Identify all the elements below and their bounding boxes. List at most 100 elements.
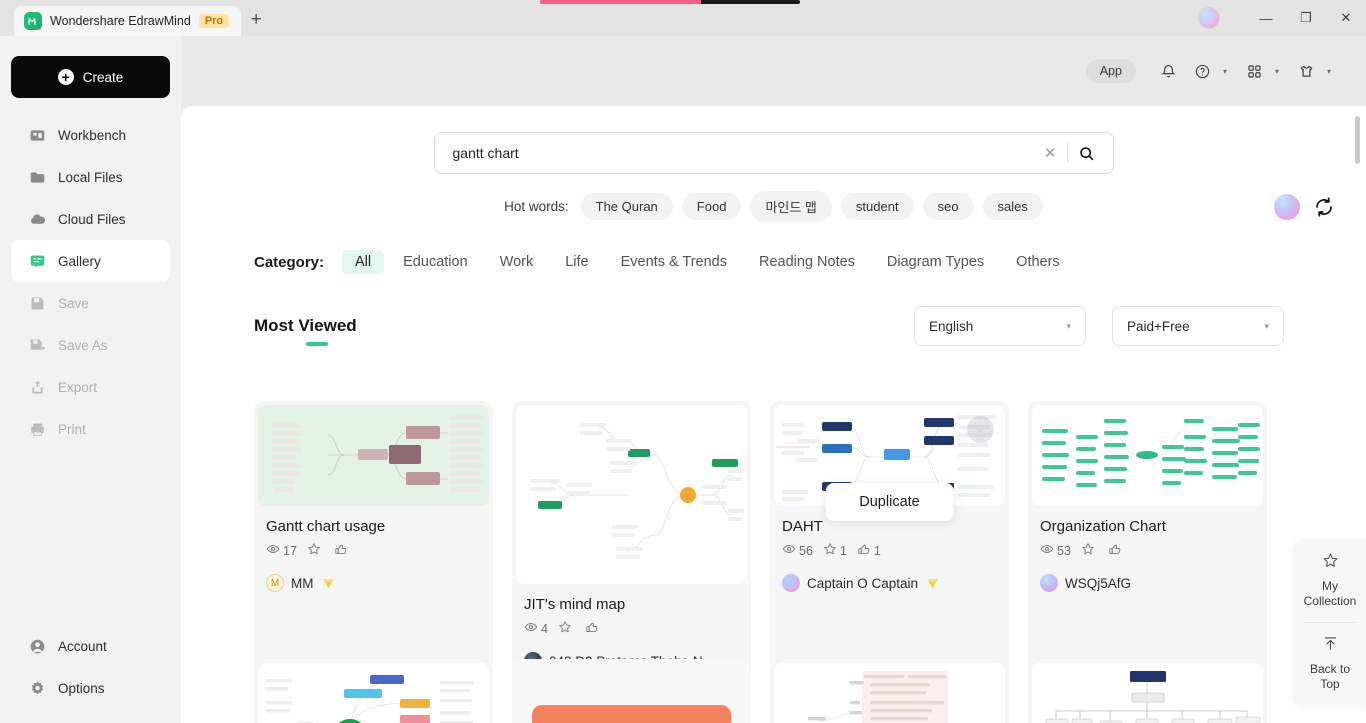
template-card[interactable] [770,659,1009,723]
cloud-icon [29,211,46,228]
minimize-button[interactable]: — [1246,0,1286,36]
sidebar-item-export[interactable]: Export [11,366,170,408]
save-as-icon [29,337,46,354]
views-count: 56 [799,543,813,558]
sidebar-label-print: Print [58,421,86,437]
category-tab-work[interactable]: Work [487,250,547,274]
user-avatar[interactable] [1274,194,1300,220]
hotword-chip-food[interactable]: Food [681,193,742,220]
hotword-chip-sales[interactable]: sales [982,193,1043,220]
gear-icon [29,680,46,697]
sidebar-item-cloud-files[interactable]: Cloud Files [11,198,170,240]
close-button[interactable]: ✕ [1326,0,1366,36]
sidebar-label-workbench: Workbench [58,127,127,143]
search-box[interactable]: ✕ [433,132,1114,174]
app-switch-pill[interactable]: App [1085,59,1136,83]
create-button[interactable]: + Create [11,56,170,98]
category-tab-diagram-types[interactable]: Diagram Types [874,250,997,274]
like-stat[interactable] [334,542,351,559]
category-tab-others[interactable]: Others [1003,250,1073,274]
category-tab-life[interactable]: Life [552,250,601,274]
chevron-down-icon: ▾ [1264,320,1269,331]
grid-apps-chevron-down-icon[interactable]: ▾ [1275,67,1279,76]
sidebar-item-save[interactable]: Save [11,282,170,324]
sidebar-item-local-files[interactable]: Local Files [11,156,170,198]
scrollbar-thumb[interactable] [1355,116,1360,164]
language-filter-select[interactable]: English ▾ [914,306,1086,346]
template-card[interactable]: Duplicate DAHT 56 1 1 Captain O Captain [770,401,1009,684]
hotword-chip-student[interactable]: student [840,193,914,220]
sidebar-item-options[interactable]: Options [11,667,170,709]
template-card[interactable]: Gantt chart usage 17 M MM [254,401,493,684]
sidebar-item-print[interactable]: Print [11,408,170,450]
template-thumbnail[interactable] [1032,663,1263,723]
category-tab-education[interactable]: Education [390,250,481,274]
like-stat[interactable] [1108,542,1125,559]
app-tab[interactable]: Wondershare EdrawMind Pro [14,6,242,36]
template-card-body: Organization Chart 53 WSQj5AfG [1028,510,1267,606]
template-card[interactable] [512,659,751,723]
like-count: 1 [873,543,881,558]
clear-search-icon[interactable]: ✕ [1034,144,1067,162]
star-stat[interactable]: 1 [823,542,847,559]
like-stat[interactable] [585,620,602,637]
sync-icon[interactable] [1312,195,1336,219]
search-icon[interactable] [1068,145,1105,162]
shirt-icon[interactable] [1292,56,1322,86]
sidebar-item-save-as[interactable]: Save As [11,324,170,366]
template-thumbnail[interactable] [774,663,1005,723]
maximize-button[interactable]: ❐ [1286,0,1326,36]
template-card[interactable] [1028,659,1267,723]
window-controls: — ❐ ✕ [1198,0,1366,36]
titlebar-avatar[interactable] [1198,7,1220,29]
new-tab-button[interactable]: + [241,6,271,36]
hotword-chip-seo[interactable]: seo [922,193,974,220]
template-stats: 53 [1040,542,1255,559]
template-card[interactable]: JIT's mind map 4 [512,401,751,684]
help-chevron-down-icon[interactable]: ▾ [1223,67,1227,76]
sidebar-item-gallery[interactable]: Gallery [11,240,170,282]
hotword-chip-the-quran[interactable]: The Quran [580,193,673,220]
template-card[interactable] [254,659,493,723]
category-tab-reading-notes[interactable]: Reading Notes [746,250,868,274]
shirt-chevron-down-icon[interactable]: ▾ [1327,67,1331,76]
main-region: App ▾ ▾ ▾ ✕ [181,36,1366,723]
avatar: M [266,574,284,592]
star-stat[interactable] [307,542,324,559]
hotword-chip-korean-mindmap[interactable]: 마인드 맵 [750,191,832,222]
my-collection-label-line2: Collection [1303,594,1357,608]
template-stats: 17 [266,542,481,559]
star-stat[interactable] [558,620,575,637]
template-card[interactable]: Organization Chart 53 WSQj5AfG [1028,401,1267,684]
star-stat[interactable] [1081,542,1098,559]
template-thumbnail[interactable] [1032,405,1263,506]
like-stat[interactable]: 1 [857,542,881,559]
back-to-top-label-line1: Back to [1309,662,1351,676]
template-author[interactable]: WSQj5AfG [1040,574,1255,592]
back-to-top-button[interactable]: Back to Top [1294,623,1366,705]
help-icon[interactable] [1188,56,1218,86]
star-icon [1322,552,1339,579]
category-tab-events-trends[interactable]: Events & Trends [608,250,740,274]
sidebar-item-workbench[interactable]: Workbench [11,114,170,156]
my-collection-button[interactable]: My Collection [1294,540,1366,622]
grid-apps-icon[interactable] [1240,56,1270,86]
eye-icon [524,620,538,637]
pro-badge: Pro [198,14,230,28]
template-thumbnail[interactable] [516,663,747,723]
favorite-button[interactable] [967,416,994,443]
category-tab-all[interactable]: All [342,250,385,274]
template-thumbnail[interactable] [258,405,489,506]
main-header: App ▾ ▾ ▾ [181,36,1366,106]
premium-diamond-icon [925,577,940,590]
bell-icon[interactable] [1154,56,1184,86]
template-thumbnail[interactable] [258,663,489,723]
template-author[interactable]: M MM [266,574,481,592]
search-input[interactable] [452,145,1034,161]
sidebar-item-account[interactable]: Account [11,625,170,667]
template-author[interactable]: Captain O Captain [782,574,997,592]
floating-actions-panel: My Collection Back to Top [1294,540,1366,705]
template-thumbnail[interactable] [516,405,747,584]
price-filter-select[interactable]: Paid+Free ▾ [1112,306,1284,346]
account-icon [29,638,46,655]
